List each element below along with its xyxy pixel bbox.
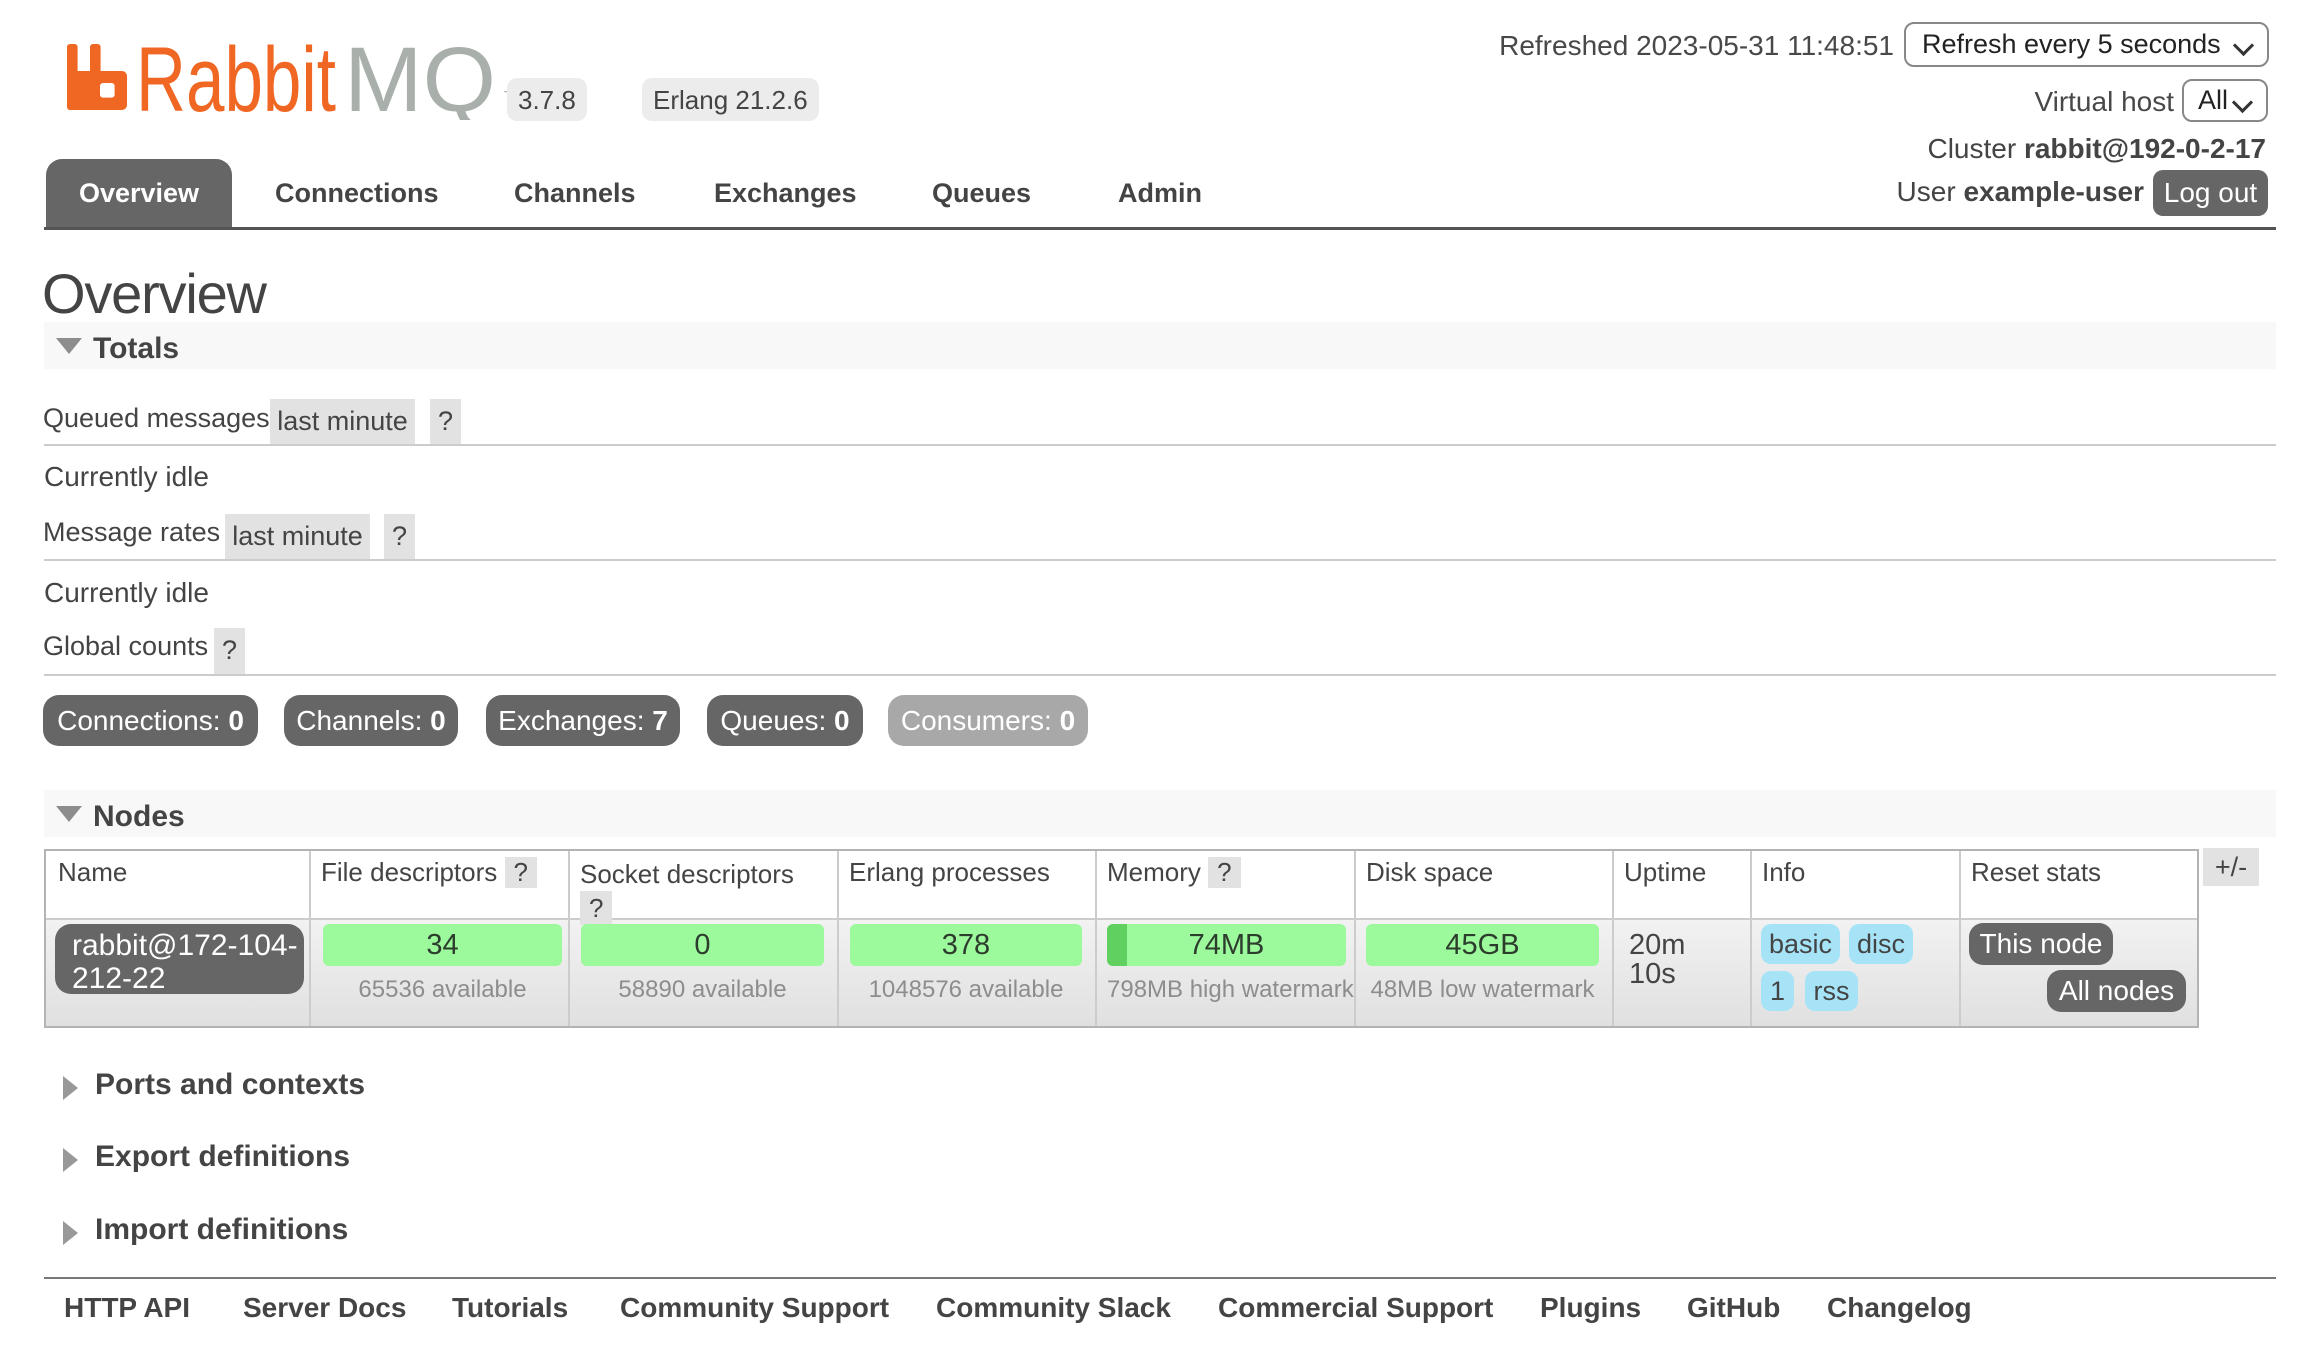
svg-text:Rabbit: Rabbit (136, 40, 336, 120)
svg-text:MQ: MQ (344, 40, 496, 120)
